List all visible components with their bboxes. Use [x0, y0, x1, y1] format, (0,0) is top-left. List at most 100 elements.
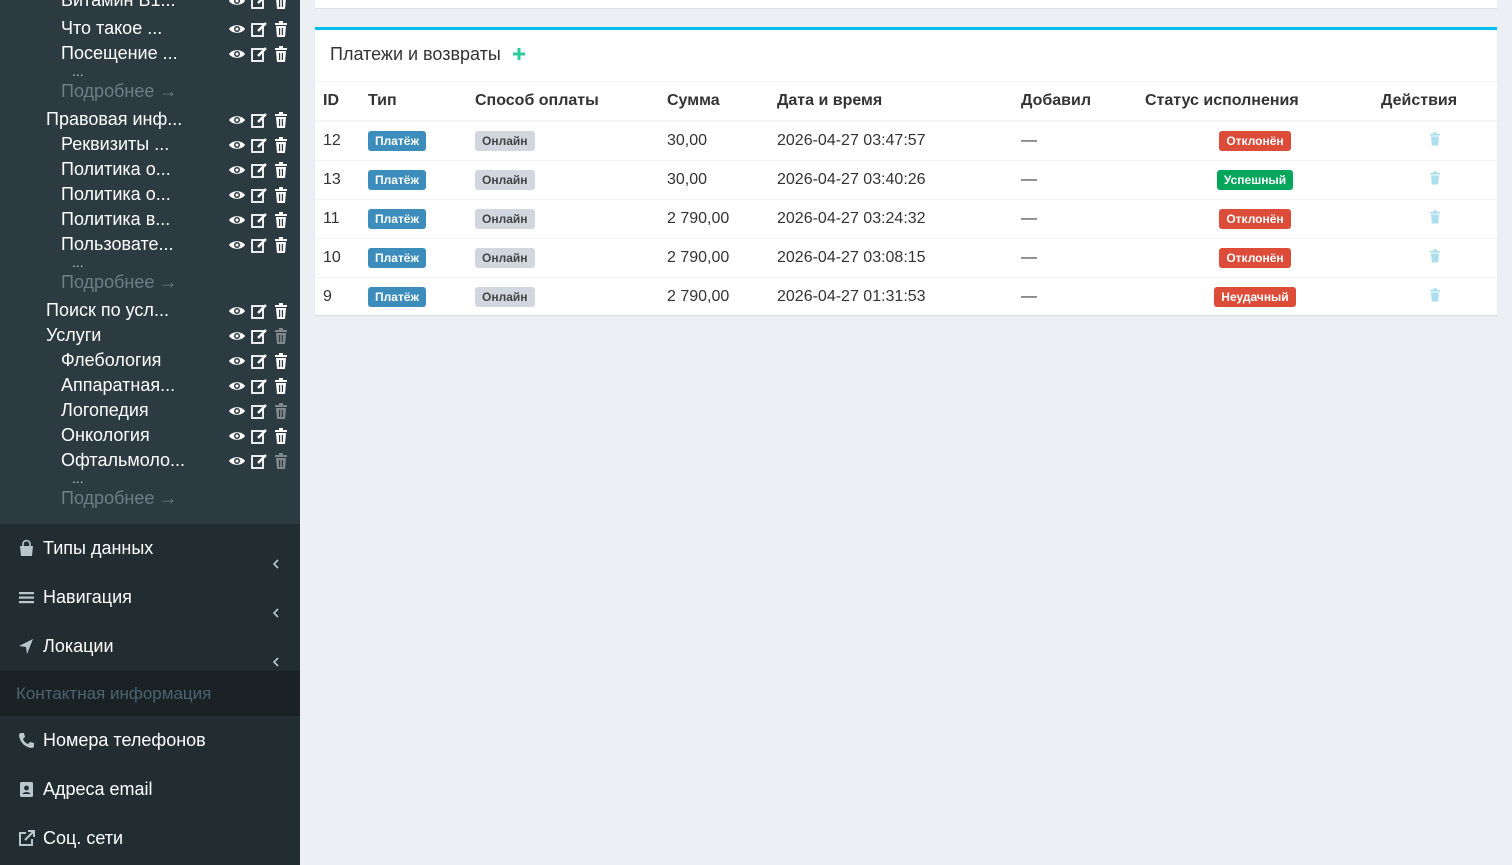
- tree-item-label: Правовая инф...: [46, 109, 183, 129]
- edit-icon[interactable]: [250, 20, 268, 38]
- shopping-bag-icon: [17, 539, 36, 558]
- trash-icon[interactable]: [1428, 210, 1442, 224]
- edit-icon[interactable]: [250, 111, 268, 129]
- plus-icon[interactable]: [512, 47, 526, 61]
- trash-icon[interactable]: [1428, 171, 1442, 185]
- eye-icon[interactable]: [228, 427, 246, 445]
- eye-icon[interactable]: [228, 0, 246, 10]
- edit-icon[interactable]: [250, 402, 268, 420]
- eye-icon[interactable]: [228, 236, 246, 254]
- box-header: Платежи и возвраты: [315, 30, 1497, 82]
- eye-icon[interactable]: [228, 161, 246, 179]
- type-badge: Платёж: [368, 248, 426, 268]
- trash-icon[interactable]: [272, 352, 290, 370]
- edit-icon[interactable]: [250, 186, 268, 204]
- edit-icon[interactable]: [250, 352, 268, 370]
- tree-item-actions: [228, 398, 292, 423]
- edit-icon[interactable]: [250, 211, 268, 229]
- trash-icon[interactable]: [272, 211, 290, 229]
- eye-icon[interactable]: [228, 45, 246, 63]
- eye-icon[interactable]: [228, 377, 246, 395]
- column-header: Дата и время: [769, 82, 1013, 122]
- cell-id: 13: [315, 160, 360, 200]
- menu-label: Адреса email: [43, 779, 153, 799]
- tree-item[interactable]: Политика о...: [61, 182, 171, 207]
- trash-icon[interactable]: [272, 0, 290, 10]
- edit-icon[interactable]: [250, 136, 268, 154]
- trash-icon[interactable]: [272, 377, 290, 395]
- edit-icon[interactable]: [250, 327, 268, 345]
- pages-tree: Витамин В1... Что такое ... Посещение ..…: [0, 0, 300, 524]
- trash-icon[interactable]: [272, 236, 290, 254]
- eye-icon[interactable]: [228, 136, 246, 154]
- tree-item[interactable]: Политика о...: [61, 157, 171, 182]
- tree-item[interactable]: Услуги: [46, 323, 101, 348]
- tree-item[interactable]: Что такое ...: [61, 16, 162, 41]
- trash-icon[interactable]: [272, 136, 290, 154]
- edit-icon[interactable]: [250, 302, 268, 320]
- more-link[interactable]: Подробнее →: [61, 271, 177, 293]
- edit-icon[interactable]: [250, 452, 268, 470]
- eye-icon[interactable]: [228, 211, 246, 229]
- eye-icon[interactable]: [228, 302, 246, 320]
- tree-item[interactable]: Реквизиты ...: [61, 132, 169, 157]
- eye-icon[interactable]: [228, 452, 246, 470]
- type-badge: Платёж: [368, 131, 426, 151]
- trash-icon[interactable]: [272, 302, 290, 320]
- trash-icon[interactable]: [272, 111, 290, 129]
- edit-icon[interactable]: [250, 161, 268, 179]
- eye-icon[interactable]: [228, 402, 246, 420]
- menu-navigation[interactable]: Навигация: [0, 573, 300, 622]
- trash-icon: [272, 327, 290, 345]
- tree-item[interactable]: Аппаратная...: [61, 373, 175, 398]
- trash-icon: [272, 402, 290, 420]
- more-link[interactable]: Подробнее →: [61, 487, 177, 509]
- trash-icon[interactable]: [1428, 288, 1442, 302]
- tree-item-actions: [228, 16, 292, 41]
- tree-item-label: Политика о...: [61, 184, 171, 204]
- trash-icon[interactable]: [272, 186, 290, 204]
- tree-item[interactable]: Поиск по усл...: [46, 298, 169, 323]
- tree-dots: ...: [72, 470, 84, 486]
- trash-icon[interactable]: [272, 20, 290, 38]
- trash-icon[interactable]: [272, 427, 290, 445]
- menu-emails[interactable]: Адреса email: [0, 765, 300, 814]
- eye-icon[interactable]: [228, 186, 246, 204]
- trash-icon[interactable]: [272, 45, 290, 63]
- tree-item[interactable]: Витамин В1...: [61, 0, 176, 13]
- eye-icon[interactable]: [228, 352, 246, 370]
- cell-id: 9: [315, 277, 360, 316]
- edit-icon[interactable]: [250, 236, 268, 254]
- tree-item-actions: [228, 182, 292, 207]
- edit-icon[interactable]: [250, 45, 268, 63]
- trash-icon[interactable]: [272, 161, 290, 179]
- box-title: Платежи и возвраты: [330, 44, 501, 64]
- payments-table: ID Тип Способ оплаты Сумма Дата и время …: [315, 82, 1497, 316]
- tree-item[interactable]: Онкология: [61, 423, 150, 448]
- eye-icon[interactable]: [228, 111, 246, 129]
- eye-icon[interactable]: [228, 20, 246, 38]
- menu-phones[interactable]: Номера телефонов: [0, 716, 300, 765]
- menu-locations[interactable]: Локации: [0, 622, 300, 671]
- trash-icon[interactable]: [1428, 132, 1442, 146]
- tree-item[interactable]: Флебология: [61, 348, 161, 373]
- eye-icon[interactable]: [228, 327, 246, 345]
- menu-data-types[interactable]: Типы данных: [0, 524, 300, 573]
- bars-icon: [17, 588, 36, 607]
- menu-label: Типы данных: [43, 538, 154, 558]
- trash-icon[interactable]: [1428, 249, 1442, 263]
- sidebar: Витамин В1... Что такое ... Посещение ..…: [0, 0, 300, 865]
- tree-item[interactable]: Логопедия: [61, 398, 149, 423]
- tree-item[interactable]: Правовая инф...: [46, 107, 182, 132]
- menu-social[interactable]: Соц. сети: [0, 814, 300, 863]
- edit-icon[interactable]: [250, 427, 268, 445]
- cell-datetime: 2026-04-27 03:47:57: [769, 120, 1013, 161]
- tree-item-label: Флебология: [61, 350, 162, 370]
- edit-icon[interactable]: [250, 0, 268, 10]
- status-badge: Отклонён: [1219, 209, 1291, 229]
- more-link[interactable]: Подробнее →: [61, 80, 177, 102]
- tree-item-actions: [228, 323, 292, 348]
- tree-item[interactable]: Политика в...: [61, 207, 170, 232]
- tree-item-actions: [228, 157, 292, 182]
- edit-icon[interactable]: [250, 377, 268, 395]
